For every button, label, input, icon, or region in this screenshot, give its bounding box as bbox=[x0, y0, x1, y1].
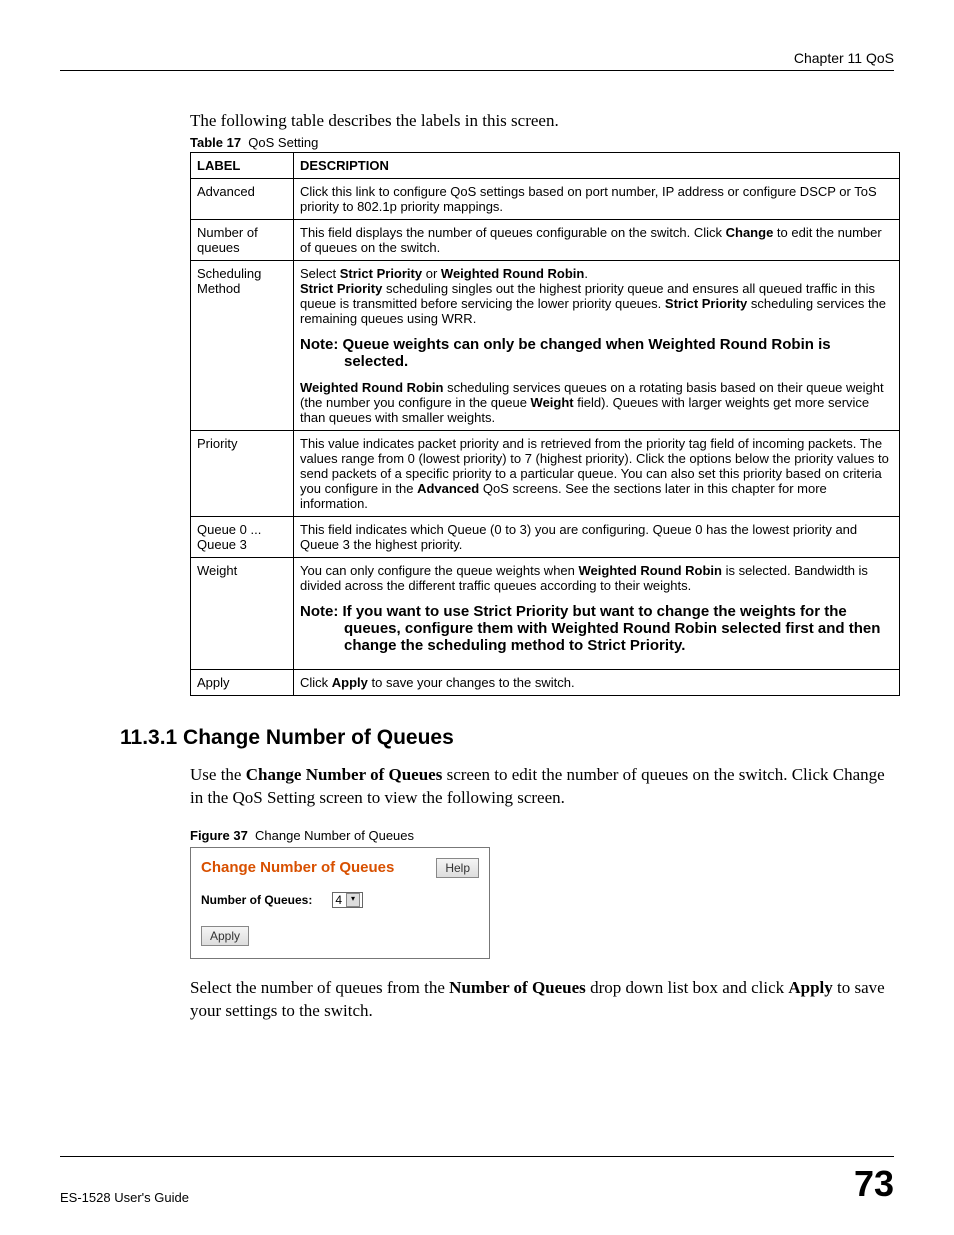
note-block: Note: Queue weights can only be changed … bbox=[300, 336, 893, 370]
row-desc: This field indicates which Queue (0 to 3… bbox=[294, 517, 900, 558]
row-desc: Select Strict Priority or Weighted Round… bbox=[294, 261, 900, 431]
page-number: 73 bbox=[854, 1163, 894, 1205]
figure-caption: Figure 37 Change Number of Queues bbox=[190, 828, 894, 843]
screenshot-title-row: Change Number of Queues Help bbox=[201, 858, 479, 878]
table-row: Queue 0 ... Queue 3 This field indicates… bbox=[191, 517, 900, 558]
table-row: Priority This value indicates packet pri… bbox=[191, 431, 900, 517]
table-row: Number of queues This field displays the… bbox=[191, 220, 900, 261]
figure-caption-title: Change Number of Queues bbox=[255, 828, 414, 843]
queues-dropdown[interactable]: 4 ▾ bbox=[332, 892, 363, 908]
footer-guide: ES-1528 User's Guide bbox=[60, 1190, 189, 1205]
row-label: Scheduling Method bbox=[191, 261, 294, 431]
row-label: Advanced bbox=[191, 179, 294, 220]
qos-setting-table: LABEL DESCRIPTION Advanced Click this li… bbox=[190, 152, 900, 696]
table-row: Advanced Click this link to configure Qo… bbox=[191, 179, 900, 220]
table-caption: Table 17 QoS Setting bbox=[190, 135, 894, 150]
screenshot-panel: Change Number of Queues Help Number of Q… bbox=[190, 847, 490, 959]
apply-button[interactable]: Apply bbox=[201, 926, 249, 946]
row-label: Queue 0 ... Queue 3 bbox=[191, 517, 294, 558]
chevron-down-icon: ▾ bbox=[346, 893, 360, 907]
table-caption-prefix: Table 17 bbox=[190, 135, 241, 150]
screenshot-title: Change Number of Queues bbox=[201, 859, 394, 876]
figure-caption-prefix: Figure 37 bbox=[190, 828, 248, 843]
field-row: Number of Queues: 4 ▾ bbox=[201, 892, 479, 908]
dropdown-value: 4 bbox=[335, 893, 342, 907]
intro-text: The following table describes the labels… bbox=[190, 111, 894, 131]
footer-rule bbox=[60, 1156, 894, 1157]
header-rule bbox=[60, 70, 894, 71]
note-block: Note: If you want to use Strict Priority… bbox=[300, 603, 893, 654]
row-label: Apply bbox=[191, 670, 294, 696]
field-label: Number of Queues: bbox=[201, 893, 312, 907]
chapter-header: Chapter 11 QoS bbox=[60, 50, 894, 66]
section-heading: 11.3.1 Change Number of Queues bbox=[120, 726, 894, 750]
help-button[interactable]: Help bbox=[436, 858, 479, 878]
col-description: DESCRIPTION bbox=[294, 153, 900, 179]
page: Chapter 11 QoS The following table descr… bbox=[0, 0, 954, 1235]
row-desc: Click Apply to save your changes to the … bbox=[294, 670, 900, 696]
body-paragraph: Select the number of queues from the Num… bbox=[190, 977, 890, 1023]
body-paragraph: Use the Change Number of Queues screen t… bbox=[190, 764, 890, 810]
row-label: Weight bbox=[191, 558, 294, 670]
footer: ES-1528 User's Guide 73 bbox=[60, 1156, 894, 1205]
table-row: Weight You can only configure the queue … bbox=[191, 558, 900, 670]
table-row: Scheduling Method Select Strict Priority… bbox=[191, 261, 900, 431]
row-desc: Click this link to configure QoS setting… bbox=[294, 179, 900, 220]
row-desc: You can only configure the queue weights… bbox=[294, 558, 900, 670]
row-label: Number of queues bbox=[191, 220, 294, 261]
row-label: Priority bbox=[191, 431, 294, 517]
table-row: Apply Click Apply to save your changes t… bbox=[191, 670, 900, 696]
row-desc: This value indicates packet priority and… bbox=[294, 431, 900, 517]
table-caption-title: QoS Setting bbox=[248, 135, 318, 150]
row-desc: This field displays the number of queues… bbox=[294, 220, 900, 261]
col-label: LABEL bbox=[191, 153, 294, 179]
table-header-row: LABEL DESCRIPTION bbox=[191, 153, 900, 179]
